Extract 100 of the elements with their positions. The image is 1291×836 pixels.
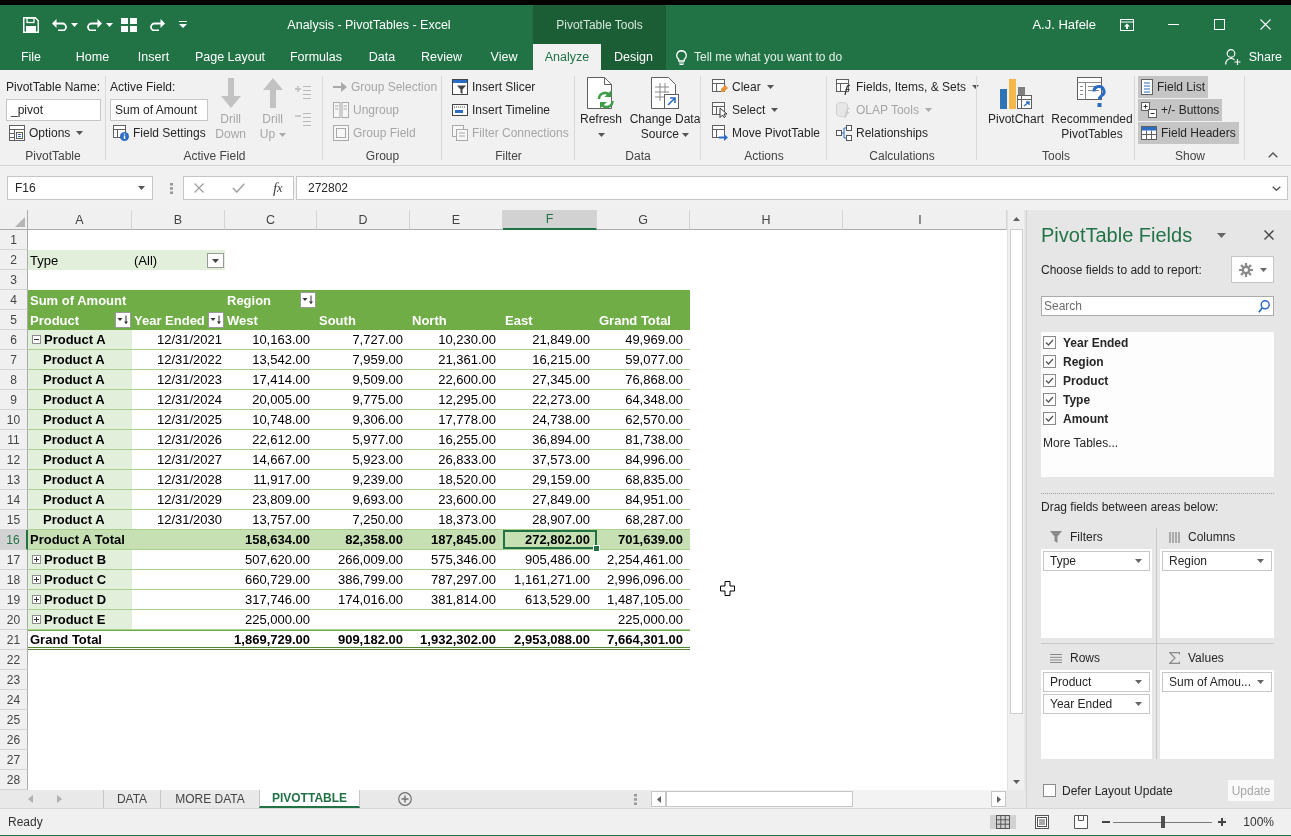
four-squares-icon[interactable]: [121, 17, 137, 32]
checkbox-label[interactable]: Defer Layout Update: [1062, 783, 1173, 798]
ribbon-tab[interactable]: Design: [601, 44, 666, 70]
field-headers-button[interactable]: Field Headers: [1138, 122, 1239, 144]
horizontal-scrollbar[interactable]: [651, 790, 1006, 808]
chevron-down-icon[interactable]: [1272, 185, 1281, 191]
redo-icon[interactable]: [87, 18, 102, 31]
field-dropdown[interactable]: Region: [1162, 551, 1272, 571]
column-header[interactable]: F: [503, 210, 597, 230]
down-arrow-icon[interactable]: [1012, 779, 1020, 784]
zoom-in-icon[interactable]: [1218, 818, 1227, 826]
field-name[interactable]: Type: [1063, 392, 1091, 407]
row-header[interactable]: 4: [0, 290, 28, 310]
grip-dots-icon[interactable]: [170, 182, 173, 194]
caret-icon[interactable]: [71, 22, 78, 27]
scrollbar-thumb[interactable]: [1009, 229, 1023, 714]
fill-handle[interactable]: [593, 545, 600, 552]
sort-dropdown-icon[interactable]: [300, 292, 316, 308]
field-name[interactable]: Region: [1063, 354, 1104, 369]
more-tables-link[interactable]: More Tables...: [1043, 436, 1119, 450]
column-header[interactable]: H: [690, 210, 843, 230]
row-header[interactable]: 8: [0, 370, 28, 390]
save-icon[interactable]: [23, 16, 39, 33]
insert-timeline-button[interactable]: Insert Timeline: [449, 99, 554, 121]
row-header[interactable]: 22: [0, 650, 28, 670]
expand-icon[interactable]: [32, 615, 41, 624]
row-header[interactable]: 21: [0, 630, 28, 650]
field-dropdown[interactable]: Product: [1043, 672, 1150, 692]
left-arrow-icon[interactable]: [656, 795, 661, 803]
grip-dots-icon[interactable]: [634, 793, 637, 805]
scrollbar-thumb[interactable]: [666, 791, 853, 807]
field-settings-button[interactable]: Field Settings: [110, 122, 209, 144]
expand-icon[interactable]: [32, 555, 41, 564]
row-header[interactable]: 28: [0, 770, 28, 790]
plus-minus-buttons-button[interactable]: +/- Buttons: [1138, 99, 1223, 121]
text-field[interactable]: _pivot: [6, 99, 101, 121]
normal-view-button[interactable]: [990, 815, 1017, 829]
up-arrow-icon[interactable]: [1012, 216, 1020, 221]
row-header[interactable]: 23: [0, 670, 28, 690]
row-header[interactable]: 2: [0, 250, 28, 270]
field-dropdown[interactable]: Sum of Amou...: [1162, 672, 1272, 692]
select-button[interactable]: Select: [709, 99, 782, 121]
fields-items-sets-button[interactable]: Fields, Items, & Sets: [833, 76, 983, 98]
row-header[interactable]: 10: [0, 410, 28, 430]
move-pivottable-button[interactable]: Move PivotTable: [709, 122, 824, 144]
minimize-icon[interactable]: [1167, 24, 1179, 25]
ribbon-tab[interactable]: View: [475, 44, 533, 70]
column-header[interactable]: G: [597, 210, 690, 230]
checkbox[interactable]: [1043, 784, 1056, 797]
ribbon-tab[interactable]: Analyze: [533, 44, 601, 70]
row-header[interactable]: 16: [0, 530, 28, 550]
column-header[interactable]: E: [410, 210, 503, 230]
sheet-tab[interactable]: PIVOTTABLE: [259, 790, 360, 808]
sort-dropdown-icon[interactable]: [115, 312, 131, 328]
refresh-button[interactable]: Refresh: [577, 76, 625, 145]
checkbox[interactable]: [1043, 355, 1056, 368]
tell-me-field[interactable]: Tell me what you want to do: [676, 44, 843, 70]
vertical-scrollbar[interactable]: [1007, 210, 1024, 790]
drop-area[interactable]: Product Year Ended: [1041, 670, 1152, 759]
drop-area[interactable]: Region: [1160, 549, 1274, 638]
field-list-button[interactable]: Field List: [1138, 76, 1209, 98]
row-header[interactable]: 3: [0, 270, 28, 290]
settings-button[interactable]: [1231, 256, 1274, 283]
recommended-pivottables-button[interactable]: Recommended PivotTables: [1049, 76, 1135, 145]
row-header[interactable]: 14: [0, 490, 28, 510]
row-header[interactable]: 26: [0, 730, 28, 750]
drop-area[interactable]: Type: [1041, 549, 1152, 638]
row-header[interactable]: 19: [0, 590, 28, 610]
row-header[interactable]: 9: [0, 390, 28, 410]
column-header[interactable]: A: [28, 210, 132, 230]
relationships-button[interactable]: Relationships: [833, 122, 932, 144]
share-button[interactable]: Share: [1224, 44, 1282, 70]
text-field[interactable]: Sum of Amount: [110, 99, 208, 121]
column-header[interactable]: B: [132, 210, 225, 230]
drop-area[interactable]: Sum of Amou...: [1160, 670, 1274, 759]
zoom-slider[interactable]: [1113, 816, 1213, 828]
collapse-icon[interactable]: [32, 335, 41, 344]
pivotchart-button[interactable]: PivotChart: [985, 76, 1047, 145]
row-header[interactable]: 5: [0, 310, 28, 330]
formula-field[interactable]: 272802: [296, 176, 1288, 200]
name-box[interactable]: F16: [7, 176, 153, 200]
check-icon[interactable]: [231, 183, 245, 193]
column-header[interactable]: D: [317, 210, 410, 230]
undo-icon[interactable]: [52, 18, 67, 31]
checkbox[interactable]: [1043, 393, 1056, 406]
checkbox[interactable]: [1043, 412, 1056, 425]
field-name[interactable]: Amount: [1063, 411, 1109, 426]
search-field[interactable]: Search: [1041, 296, 1274, 316]
caret-icon[interactable]: [106, 22, 113, 27]
slider-thumb[interactable]: [1160, 816, 1165, 828]
ribbon-tab[interactable]: Review: [408, 44, 475, 70]
row-header[interactable]: 24: [0, 690, 28, 710]
options-button[interactable]: Options: [6, 122, 87, 144]
right-arrow-icon[interactable]: [996, 795, 1001, 803]
cancel-icon[interactable]: [193, 183, 204, 193]
chevron-up-icon[interactable]: [1268, 152, 1278, 158]
sort-dropdown-icon[interactable]: [208, 312, 224, 328]
row-header[interactable]: 12: [0, 450, 28, 470]
close-icon[interactable]: [1264, 230, 1274, 240]
maximize-icon[interactable]: [1213, 19, 1225, 30]
